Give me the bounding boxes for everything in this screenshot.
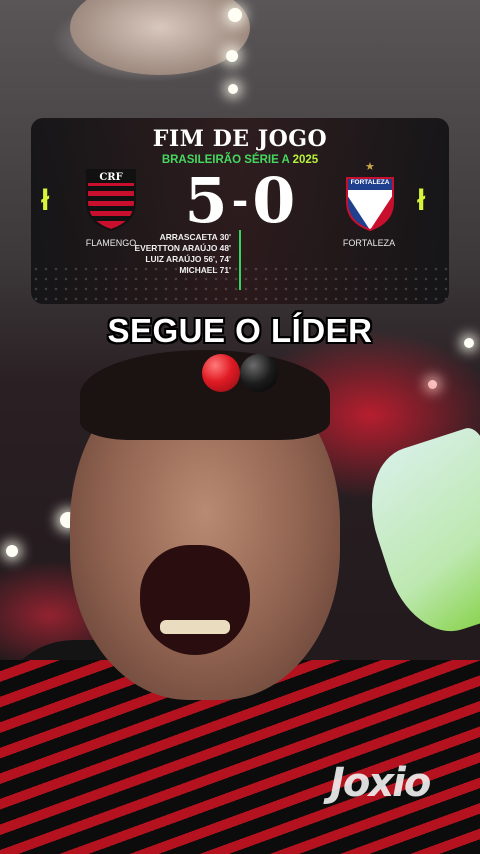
blurred-thumb [70,0,250,75]
caption-emoji [202,354,282,394]
goal-scorers-list: ARRASCAETA 30' EVERTTON ARAÚJO 48' LUIZ … [131,232,231,276]
match-result-card: ł ł FIM DE JOGO BRASILEIRÃO SÉRIE A 2025… [31,118,449,304]
match-status-title: FIM DE JOGO [152,126,328,152]
fan-teeth [160,620,230,634]
scorer-entry: LUIZ ARAÚJO 56', 74' [145,254,231,264]
score-separator: - [231,177,249,224]
ceiling-light [228,84,238,94]
ceiling-light [228,8,242,22]
scorer-entry: EVERTTON ARAÚJO 48' [134,243,231,253]
home-score: 5 [184,164,228,237]
away-score: 0 [252,164,296,237]
scoreline: 5 -0 [31,164,449,237]
ceiling-light [226,50,238,62]
scorer-entry: MICHAEL 71' [179,265,231,275]
scorers-divider [239,230,241,290]
away-team-name: FORTALEZA [342,238,396,248]
fan-open-mouth [140,545,250,655]
black-circle-icon [240,354,278,392]
scorer-entry: ARRASCAETA 30' [159,232,231,242]
red-circle-icon [202,354,240,392]
jersey-sponsor: Joxio [330,760,431,806]
ceiling-light [6,545,18,557]
caption-headline: SEGUE O LÍDER [107,312,373,349]
